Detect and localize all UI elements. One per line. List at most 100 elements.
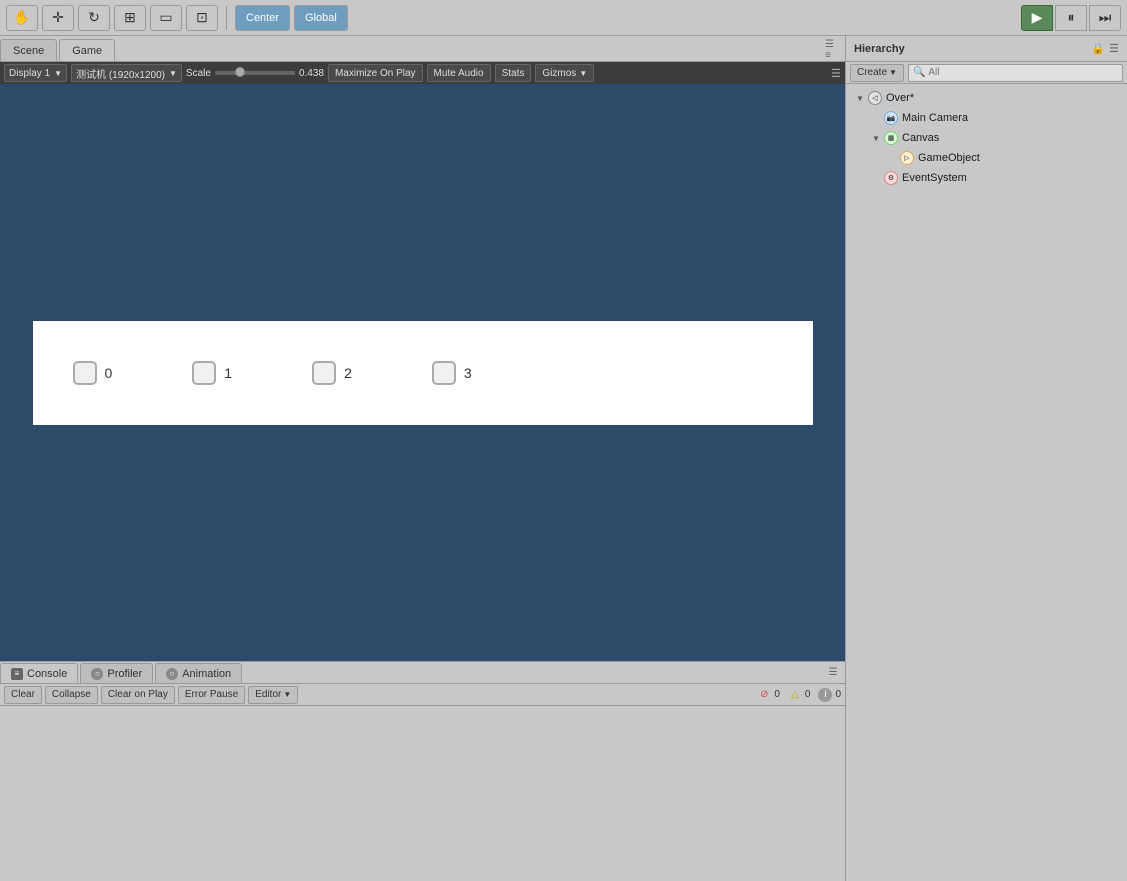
game-item-3: 3 (432, 361, 472, 385)
tree-arrow-over: ▼ (854, 92, 866, 104)
maximize-on-play-button[interactable]: Maximize On Play (328, 64, 423, 82)
error-pause-button[interactable]: Error Pause (178, 686, 245, 704)
info-icon: i (818, 688, 832, 702)
tree-icon-eventsystem: ⚙ (884, 171, 898, 185)
hand-tool-button[interactable]: ✋ (6, 5, 38, 31)
tree-item-gameobject[interactable]: ▷ GameObject (846, 148, 1127, 168)
console-tab[interactable]: ≡ Console (0, 663, 78, 683)
scale-tool-button[interactable]: ⊞ (114, 5, 146, 31)
item-label-3: 3 (464, 365, 472, 381)
animation-tab[interactable]: ○ Animation (155, 663, 242, 683)
search-box[interactable]: 🔍 (908, 64, 1123, 82)
tree-label-over: Over* (886, 92, 914, 104)
tree-item-canvas[interactable]: ▼ ▦ Canvas (846, 128, 1127, 148)
right-panel: Hierarchy 🔒 ☰ Create ▼ 🔍 ▼ ◁ Over* (845, 36, 1127, 881)
checkbox-0[interactable] (73, 361, 97, 385)
lock-icon[interactable]: 🔒 (1091, 42, 1105, 55)
game-item-0: 0 (73, 361, 113, 385)
profiler-tab[interactable]: ○ Profiler (80, 663, 153, 683)
tree-icon-camera: 📷 (884, 111, 898, 125)
pivot-center-option[interactable]: Center (236, 6, 289, 30)
stats-button[interactable]: Stats (495, 64, 532, 82)
clear-on-play-button[interactable]: Clear on Play (101, 686, 175, 704)
warn-status: △ 0 (788, 688, 811, 702)
resolution-arrow-icon: ▼ (169, 69, 177, 78)
game-items-row: 0 1 2 3 (33, 341, 813, 405)
menu-icon[interactable]: ☰ (1109, 42, 1119, 55)
space-global-option[interactable]: Global (295, 6, 347, 30)
play-button[interactable]: ▶ (1021, 5, 1053, 31)
info-count: 0 (835, 689, 841, 700)
console-content (0, 706, 845, 881)
checkbox-2[interactable] (312, 361, 336, 385)
space-toggle[interactable]: Global (294, 5, 348, 31)
transform-tool-button[interactable]: ⊡ (186, 5, 218, 31)
main-area: Scene Game ☰ ≡ Display 1 ▼ 测试机 (1920x120… (0, 36, 1127, 881)
animation-tab-label: Animation (182, 668, 231, 680)
clear-on-play-label: Clear on Play (108, 689, 168, 700)
hierarchy-icons: 🔒 ☰ (1091, 42, 1119, 55)
menu-icon: ☰ (831, 67, 841, 80)
error-icon: ⊘ (757, 688, 771, 702)
editor-label: Editor (255, 689, 281, 700)
game-toolbar-menu[interactable]: ☰ (831, 67, 841, 80)
game-tab[interactable]: Game (59, 39, 115, 61)
scale-container: Scale 0.438 (186, 68, 324, 79)
console-menu-button[interactable]: ☰ (825, 661, 845, 683)
checkbox-3[interactable] (432, 361, 456, 385)
game-view: 0 1 2 3 (0, 84, 845, 661)
step-button[interactable]: ⏭ (1089, 5, 1121, 31)
tree-item-main-camera[interactable]: 📷 Main Camera (846, 108, 1127, 128)
error-count: 0 (774, 689, 780, 700)
create-button[interactable]: Create ▼ (850, 64, 904, 82)
play-controls: ▶ ⏸ ⏭ (1021, 5, 1121, 31)
display-select[interactable]: Display 1 ▼ (4, 64, 67, 82)
tree-item-over[interactable]: ▼ ◁ Over* (846, 88, 1127, 108)
tab-menu-button[interactable]: ☰ ≡ (825, 39, 845, 61)
mute-audio-button[interactable]: Mute Audio (427, 64, 491, 82)
console-area: ≡ Console ○ Profiler ○ Animation ☰ Clear (0, 661, 845, 881)
hierarchy-header: Hierarchy 🔒 ☰ (846, 36, 1127, 62)
collapse-button[interactable]: Collapse (45, 686, 98, 704)
item-label-2: 2 (344, 365, 352, 381)
item-label-1: 1 (224, 365, 232, 381)
error-status: ⊘ 0 (757, 688, 780, 702)
tree-arrow-canvas: ▼ (870, 132, 882, 144)
rotate-tool-button[interactable]: ↻ (78, 5, 110, 31)
create-label: Create (857, 67, 887, 78)
scene-tab[interactable]: Scene (0, 39, 57, 61)
gizmos-button[interactable]: Gizmos ▼ (535, 64, 594, 82)
search-icon: 🔍 (913, 67, 925, 78)
tree-label-eventsystem: EventSystem (902, 172, 967, 184)
resolution-select[interactable]: 测试机 (1920x1200) ▼ (71, 64, 182, 82)
pause-button[interactable]: ⏸ (1055, 5, 1087, 31)
pivot-toggle[interactable]: Center (235, 5, 290, 31)
error-pause-label: Error Pause (185, 689, 238, 700)
display-arrow-icon: ▼ (54, 69, 62, 78)
create-arrow-icon: ▼ (889, 68, 897, 77)
tree-label-gameobject: GameObject (918, 152, 980, 164)
game-tab-label: Game (72, 45, 102, 57)
hierarchy-tree: ▼ ◁ Over* 📷 Main Camera ▼ ▦ Canvas ▷ Gam… (846, 84, 1127, 881)
warn-count: 0 (805, 689, 811, 700)
scale-label: Scale (186, 68, 211, 79)
move-tool-button[interactable]: ✛ (42, 5, 74, 31)
collapse-label: Collapse (52, 689, 91, 700)
info-status: i 0 (818, 688, 841, 702)
console-tab-icon: ≡ (11, 668, 23, 680)
editor-button[interactable]: Editor ▼ (248, 686, 298, 704)
tree-icon-canvas: ▦ (884, 131, 898, 145)
hierarchy-title: Hierarchy (854, 43, 1085, 55)
animation-tab-icon: ○ (166, 668, 178, 680)
scale-slider[interactable] (215, 71, 295, 75)
checkbox-1[interactable] (192, 361, 216, 385)
rect-tool-button[interactable]: ▭ (150, 5, 182, 31)
gizmos-label: Gizmos (542, 68, 576, 79)
search-input[interactable] (928, 67, 1118, 78)
clear-button[interactable]: Clear (4, 686, 42, 704)
console-toolbar: Clear Collapse Clear on Play Error Pause… (0, 684, 845, 706)
game-item-2: 2 (312, 361, 352, 385)
tree-item-eventsystem[interactable]: ⚙ EventSystem (846, 168, 1127, 188)
item-label-0: 0 (105, 365, 113, 381)
tab-bar: Scene Game ☰ ≡ (0, 36, 845, 62)
